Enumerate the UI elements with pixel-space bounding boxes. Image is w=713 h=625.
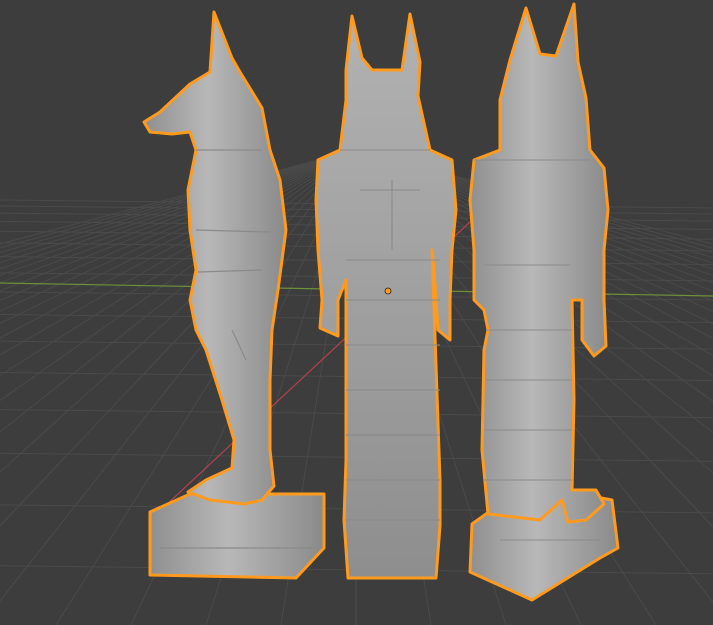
figure-body-back bbox=[314, 12, 458, 580]
figure-body-side bbox=[142, 10, 288, 506]
anubis-back-three-quarter-object[interactable] bbox=[468, 2, 620, 602]
anubis-back-object[interactable] bbox=[314, 12, 458, 580]
pedestal-base bbox=[148, 492, 326, 580]
viewport-canvas[interactable] bbox=[0, 0, 713, 625]
figure-body-3q bbox=[468, 2, 610, 524]
3d-viewport[interactable] bbox=[0, 0, 713, 625]
object-origin-dot-icon[interactable] bbox=[384, 287, 392, 295]
